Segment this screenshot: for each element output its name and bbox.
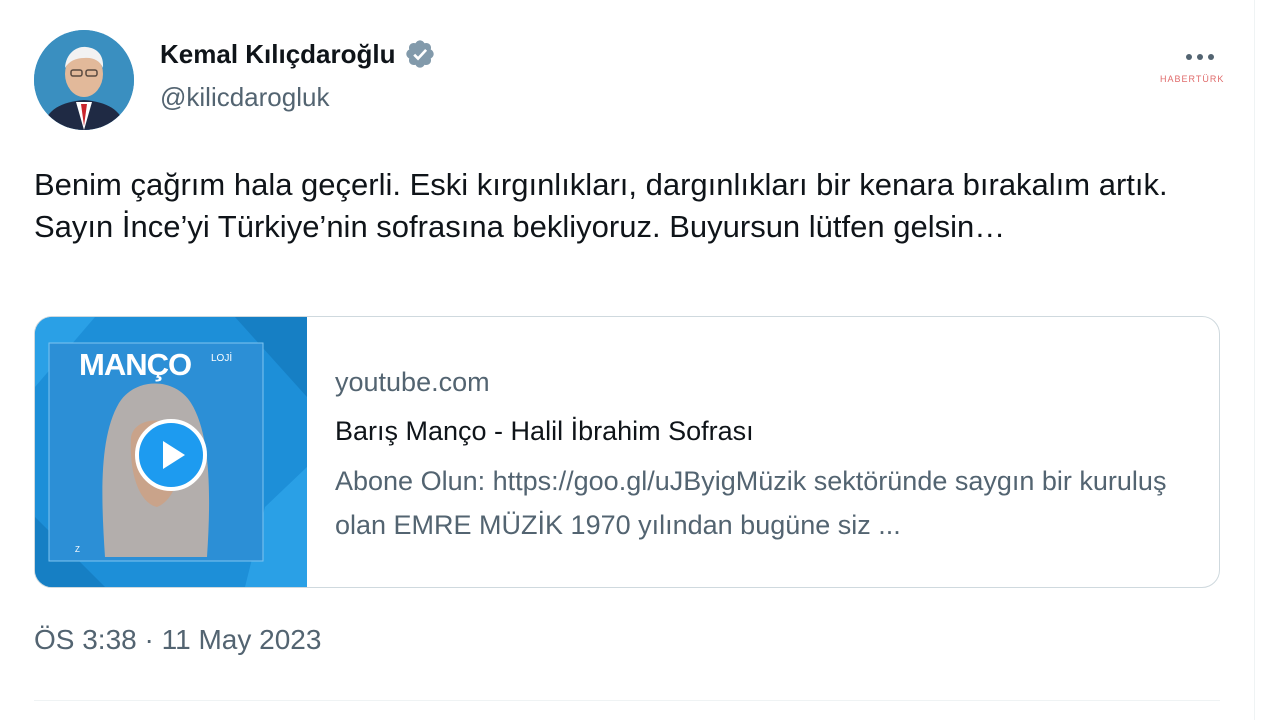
- more-dot-icon: [1186, 54, 1192, 60]
- link-card[interactable]: MANÇO LOJİ Z youtube.com Barış Manço - H…: [34, 316, 1220, 588]
- play-icon: [163, 441, 185, 469]
- tweet-text: Benim çağrım hala geçerli. Eski kırgınlı…: [34, 167, 1168, 244]
- card-description: Abone Olun: https://goo.gl/uJByigMüzik s…: [335, 466, 1167, 540]
- thumbnail-title-suffix: LOJİ: [211, 353, 233, 364]
- thumbnail-caption: Z: [75, 545, 80, 554]
- card-text: youtube.com Barış Manço - Halil İbrahim …: [335, 367, 1195, 547]
- more-options-button[interactable]: [1178, 40, 1222, 74]
- play-button[interactable]: [135, 419, 207, 491]
- more-dot-icon: [1197, 54, 1203, 60]
- watermark: HABERTÜRK: [1160, 74, 1225, 84]
- profile-photo-icon: [34, 30, 134, 130]
- card-domain: youtube.com: [335, 367, 490, 397]
- thumbnail-title: MANÇO: [79, 347, 192, 382]
- author-avatar[interactable]: [34, 30, 134, 130]
- verified-badge-icon: [405, 40, 434, 68]
- column-border: [1254, 0, 1255, 720]
- video-thumbnail[interactable]: MANÇO LOJİ Z: [35, 317, 307, 587]
- card-title: Barış Manço - Halil İbrahim Sofrası: [335, 416, 754, 446]
- divider: [34, 700, 1220, 701]
- tweet-timestamp[interactable]: ÖS 3:38 · 11 May 2023: [34, 624, 321, 656]
- author-name-row[interactable]: Kemal Kılıçdaroğlu: [160, 38, 436, 70]
- author-handle[interactable]: @kilicdarogluk: [160, 82, 329, 113]
- more-dot-icon: [1208, 54, 1214, 60]
- author-name[interactable]: Kemal Kılıçdaroğlu: [160, 39, 396, 70]
